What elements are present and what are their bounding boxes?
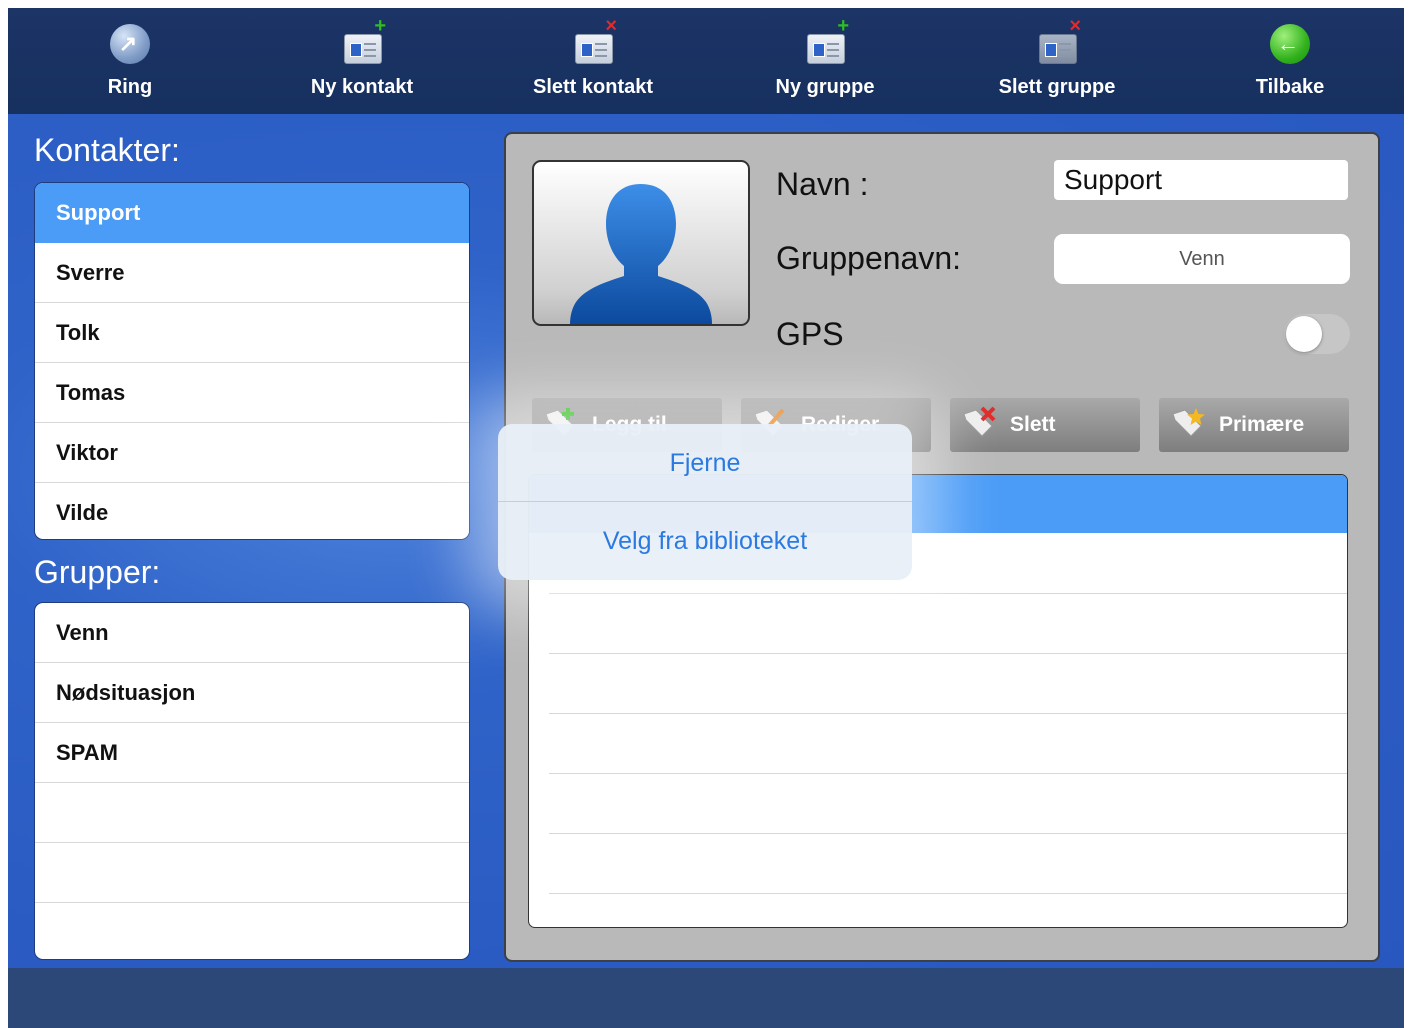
- group-select-button[interactable]: Venn: [1054, 234, 1350, 284]
- group-row-spam[interactable]: SPAM: [35, 723, 469, 783]
- contact-row-support[interactable]: Support: [35, 183, 469, 243]
- name-label: Navn :: [776, 166, 869, 202]
- list-separator: [549, 713, 1347, 714]
- back-button[interactable]: ← Tilbake: [1190, 8, 1390, 114]
- new-group-button[interactable]: + Ny gruppe: [725, 8, 925, 114]
- ring-button[interactable]: ↗ Ring: [30, 8, 230, 114]
- new-group-label: Ny gruppe: [775, 76, 875, 98]
- delete-contact-button[interactable]: × Slett kontakt: [493, 8, 693, 114]
- contact-name: Support: [56, 200, 141, 225]
- new-contact-button[interactable]: + Ny kontakt: [262, 8, 462, 114]
- person-silhouette-icon: [570, 184, 712, 324]
- contact-row-tolk[interactable]: Tolk: [35, 303, 469, 363]
- group-row-venn[interactable]: Venn: [35, 603, 469, 663]
- contacts-title: Kontakter:: [34, 132, 180, 168]
- delete-tag-icon: [963, 406, 996, 437]
- contact-row-tomas[interactable]: Tomas: [35, 363, 469, 423]
- groups-list[interactable]: Venn Nødsituasjon SPAM: [34, 602, 470, 960]
- contact-name: Tomas: [56, 380, 126, 405]
- top-toolbar: ↗ Ring + Ny kontakt × Slett kontakt + Ny…: [8, 8, 1404, 114]
- delete-group-icon: ×: [1035, 16, 1081, 66]
- delete-group-label: Slett gruppe: [998, 76, 1116, 98]
- contact-name: Tolk: [56, 320, 100, 345]
- groups-title: Grupper:: [34, 554, 161, 590]
- contacts-list[interactable]: Support Sverre Tolk Tomas Viktor Vilde: [34, 182, 470, 540]
- back-arrow-icon: ←: [1268, 24, 1312, 66]
- app-window: ↗ Ring + Ny kontakt × Slett kontakt + Ny…: [8, 8, 1404, 1028]
- list-separator: [549, 653, 1347, 654]
- group-row-nodsituasjon[interactable]: Nødsituasjon: [35, 663, 469, 723]
- delete-contact-icon: ×: [571, 16, 617, 66]
- contact-row-viktor[interactable]: Viktor: [35, 423, 469, 483]
- remove-photo-option[interactable]: Fjerne: [498, 424, 912, 502]
- contact-name: Vilde: [56, 500, 109, 525]
- ring-label: Ring: [107, 76, 153, 98]
- contact-row-vilde[interactable]: Vilde: [35, 483, 469, 539]
- primary-number-label: Primære: [1219, 413, 1305, 436]
- list-separator: [549, 893, 1347, 894]
- star-tag-icon: [1172, 408, 1205, 437]
- group-row-empty: [35, 783, 469, 843]
- back-label: Tilbake: [1255, 76, 1325, 98]
- gps-label: GPS: [776, 316, 844, 352]
- group-name: Nødsituasjon: [56, 680, 196, 705]
- delete-group-button[interactable]: × Slett gruppe: [957, 8, 1157, 114]
- list-separator: [549, 593, 1347, 594]
- contact-name: Sverre: [56, 260, 125, 285]
- photo-options-popover: Fjerne Velg fra biblioteket: [498, 424, 912, 580]
- name-input[interactable]: [1054, 160, 1348, 200]
- contact-photo-button[interactable]: [532, 160, 750, 326]
- bottom-bar: [8, 968, 1404, 1028]
- phone-call-icon: ↗: [108, 24, 152, 66]
- list-separator: [549, 833, 1347, 834]
- contact-name: Viktor: [56, 440, 118, 465]
- group-row-empty: [35, 843, 469, 903]
- add-contact-icon: +: [340, 16, 386, 66]
- choose-from-library-option[interactable]: Velg fra biblioteket: [498, 502, 912, 580]
- group-name: SPAM: [56, 740, 118, 765]
- gps-toggle[interactable]: [1284, 314, 1350, 354]
- primary-number-button[interactable]: Primære: [1159, 398, 1349, 452]
- contact-row-sverre[interactable]: Sverre: [35, 243, 469, 303]
- group-name-label: Gruppenavn:: [776, 240, 962, 276]
- delete-contact-label: Slett kontakt: [532, 76, 654, 98]
- group-name: Venn: [56, 620, 109, 645]
- new-contact-label: Ny kontakt: [310, 76, 414, 98]
- group-row-empty: [35, 903, 469, 959]
- list-separator: [549, 773, 1347, 774]
- toggle-knob: [1286, 316, 1322, 352]
- delete-number-button[interactable]: Slett: [950, 398, 1140, 452]
- delete-number-label: Slett: [1010, 413, 1056, 436]
- add-group-icon: +: [803, 16, 849, 66]
